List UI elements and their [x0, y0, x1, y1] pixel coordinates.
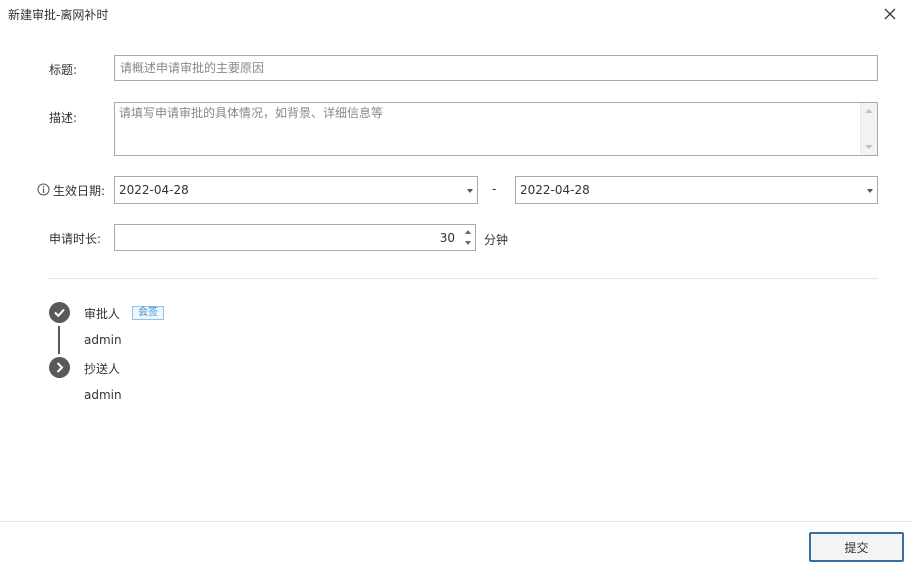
cc-label: 抄送人 [84, 362, 121, 376]
dialog-title: 新建审批-离网补时 [8, 8, 109, 22]
increment-icon[interactable] [465, 230, 471, 234]
duration-unit: 分钟 [484, 233, 509, 247]
description-scrollbar[interactable] [860, 103, 877, 155]
chevron-right-circle-icon [49, 357, 70, 378]
title-input[interactable] [114, 55, 878, 81]
stepper-buttons [461, 225, 475, 250]
title-label: 标题: [49, 63, 78, 77]
dropdown-arrow-icon[interactable] [867, 189, 873, 193]
end-date-value: 2022-04-28 [520, 183, 590, 197]
effective-date-label: 生效日期: [53, 184, 106, 198]
section-divider [48, 278, 878, 279]
info-icon[interactable] [37, 183, 50, 196]
decrement-icon[interactable] [465, 241, 471, 245]
scroll-up-icon[interactable] [865, 109, 873, 113]
end-date-picker[interactable]: 2022-04-28 [515, 176, 878, 204]
close-icon [884, 8, 896, 20]
submit-button[interactable]: 提交 [809, 532, 904, 562]
duration-value[interactable]: 30 [440, 231, 455, 245]
start-date-picker[interactable]: 2022-04-28 [114, 176, 478, 204]
approver-user: admin [84, 333, 122, 347]
duration-label: 申请时长: [49, 232, 102, 246]
description-input[interactable] [115, 103, 860, 155]
close-button[interactable] [880, 4, 900, 24]
duration-stepper[interactable]: 30 [114, 224, 476, 251]
cc-user: admin [84, 388, 122, 402]
step-connector [58, 326, 60, 354]
approver-label: 审批人 [84, 307, 121, 321]
dropdown-arrow-icon[interactable] [467, 189, 473, 193]
start-date-value: 2022-04-28 [119, 183, 189, 197]
footer-divider [0, 521, 912, 522]
date-separator: - [492, 182, 497, 196]
scroll-down-icon[interactable] [865, 145, 873, 149]
description-label: 描述: [49, 111, 78, 125]
description-field [114, 102, 878, 156]
check-circle-icon [49, 302, 70, 323]
countersign-badge: 会签 [132, 306, 164, 320]
